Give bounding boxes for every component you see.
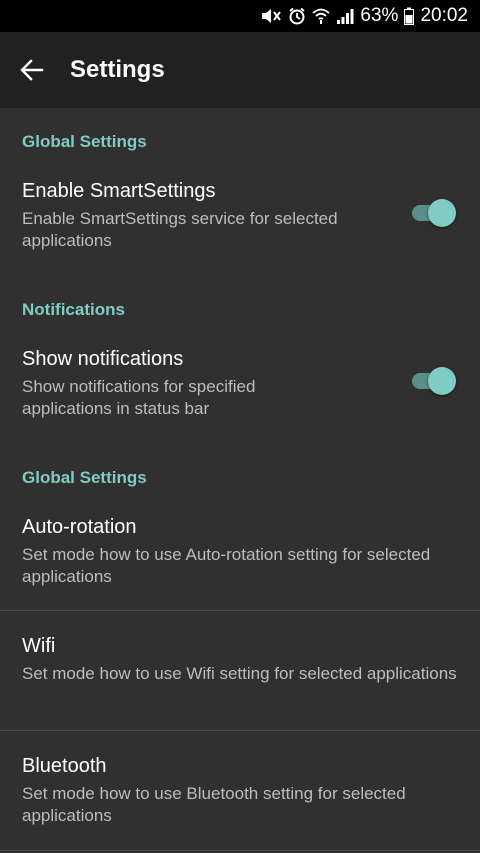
toggle-thumb bbox=[428, 199, 456, 227]
divider bbox=[0, 850, 480, 851]
app-bar: Settings bbox=[0, 32, 480, 108]
wifi-icon bbox=[312, 7, 331, 25]
section-header-notifications: Notifications bbox=[22, 300, 125, 319]
setting-row-wifi[interactable]: Wifi Set mode how to use Wifi setting fo… bbox=[0, 611, 480, 730]
section-header-global-settings: Global Settings bbox=[22, 132, 147, 151]
enable-smartsettings-toggle[interactable] bbox=[410, 198, 456, 228]
signal-icon bbox=[336, 7, 354, 25]
setting-summary: Enable SmartSettings service for selecte… bbox=[22, 209, 338, 250]
setting-summary: Show notifications for specified applica… bbox=[22, 377, 256, 418]
setting-summary: Set mode how to use Auto-rotation settin… bbox=[22, 545, 431, 586]
setting-summary: Set mode how to use Bluetooth setting fo… bbox=[22, 784, 406, 825]
status-bar: 63% 20:02 bbox=[0, 0, 480, 32]
page-title: Settings bbox=[70, 56, 165, 83]
alarm-icon bbox=[288, 7, 306, 25]
mute-icon bbox=[260, 7, 282, 25]
setting-title: Auto-rotation bbox=[22, 516, 137, 538]
setting-row-auto-rotation[interactable]: Auto-rotation Set mode how to use Auto-r… bbox=[0, 504, 480, 610]
setting-row-show-notifications[interactable]: Show notifications Show notifications fo… bbox=[0, 336, 480, 432]
battery-icon bbox=[404, 7, 415, 25]
setting-title: Bluetooth bbox=[22, 755, 107, 777]
battery-percent: 63% bbox=[360, 5, 399, 26]
setting-title: Enable SmartSettings bbox=[22, 180, 216, 202]
arrow-left-icon bbox=[20, 59, 44, 81]
setting-row-bluetooth[interactable]: Bluetooth Set mode how to use Bluetooth … bbox=[0, 731, 480, 850]
section-header-global-settings-2: Global Settings bbox=[22, 468, 147, 487]
setting-row-enable-smartsettings[interactable]: Enable SmartSettings Enable SmartSetting… bbox=[0, 168, 480, 264]
setting-summary: Set mode how to use Wifi setting for sel… bbox=[22, 664, 457, 683]
setting-title: Wifi bbox=[22, 635, 56, 657]
clock: 20:02 bbox=[420, 5, 468, 26]
show-notifications-toggle[interactable] bbox=[410, 366, 456, 396]
setting-title: Show notifications bbox=[22, 348, 184, 370]
back-button[interactable] bbox=[16, 54, 48, 86]
toggle-thumb bbox=[428, 367, 456, 395]
